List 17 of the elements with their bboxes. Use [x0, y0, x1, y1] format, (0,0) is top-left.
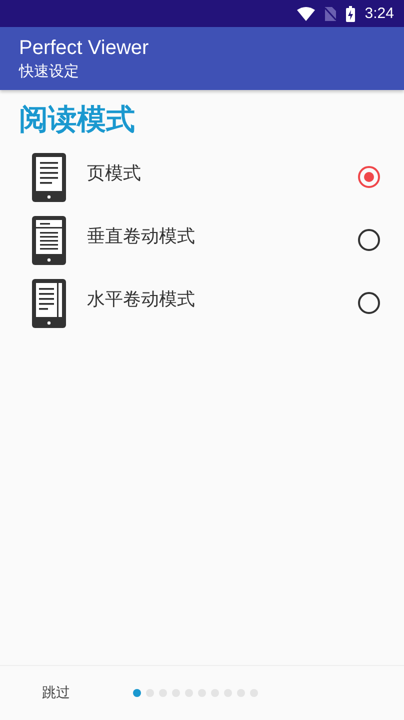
app-subtitle: 快速设定 [19, 60, 80, 82]
status-time: 3:24 [364, 5, 394, 22]
wifi-icon [296, 6, 315, 20]
e-reader-icon [31, 215, 67, 266]
no-sim-icon [324, 6, 336, 20]
app-title: Perfect Viewer [19, 36, 150, 60]
skip-button[interactable]: 跳过 [42, 684, 70, 702]
radio-button[interactable] [358, 228, 380, 250]
option-label[interactable]: 页模式 [87, 160, 358, 184]
e-reader-icon [31, 152, 67, 203]
battery-charging-icon [346, 6, 355, 22]
option-label[interactable]: 垂直卷动模式 [87, 224, 358, 248]
section-title: 阅读模式 [18, 101, 136, 138]
e-reader-icon [31, 278, 67, 329]
radio-button[interactable] [358, 292, 380, 314]
radio-button[interactable] [358, 166, 380, 188]
option-label[interactable]: 水平卷动模式 [87, 286, 358, 310]
